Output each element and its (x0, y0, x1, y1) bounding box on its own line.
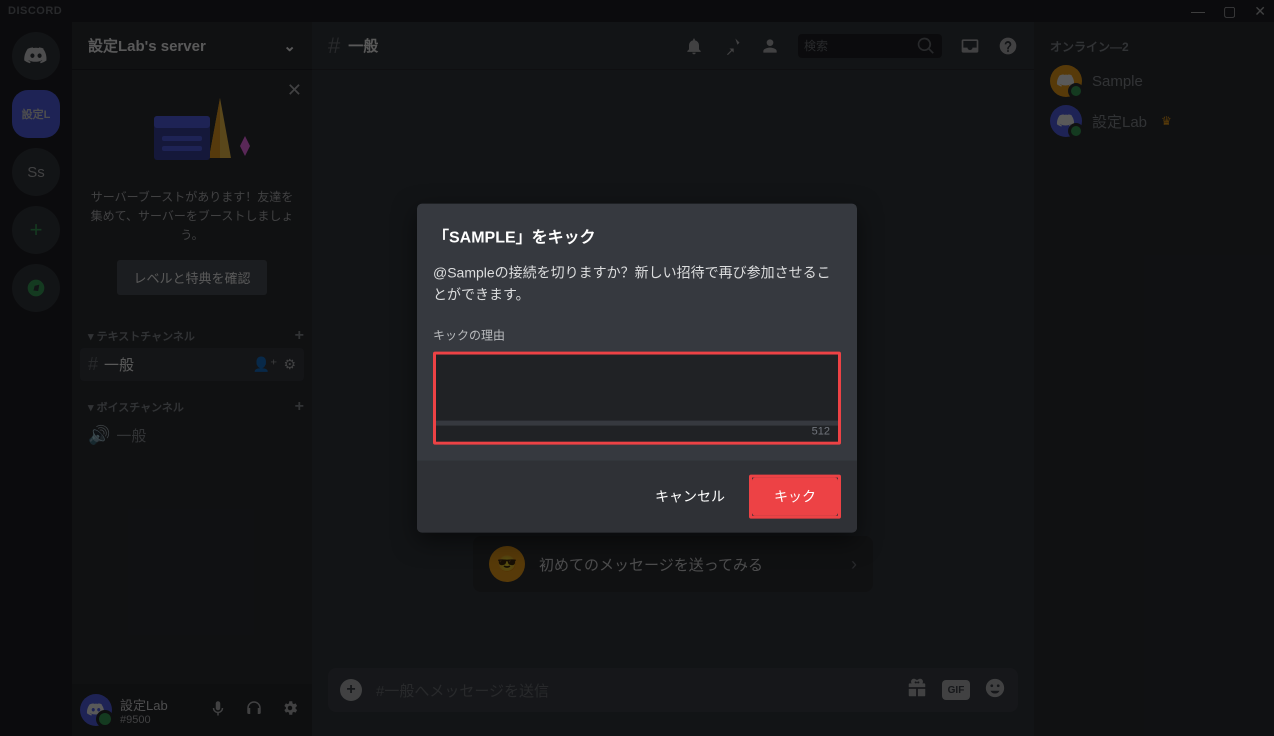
char-count: 512 (436, 425, 838, 441)
reason-highlight: 512 (433, 351, 841, 444)
cancel-button[interactable]: キャンセル (639, 476, 741, 516)
modal-title: 「SAMPLE」をキック (433, 224, 841, 248)
modal-description: @Sampleの接続を切りますか？新しい招待で再び参加させることができます。 (433, 262, 841, 307)
reason-label: キックの理由 (433, 326, 841, 343)
kick-modal: 「SAMPLE」をキック @Sampleの接続を切りますか？新しい招待で再び参加… (417, 204, 857, 533)
kick-highlight: キック (749, 474, 841, 518)
kick-reason-input[interactable] (436, 354, 838, 420)
kick-button[interactable]: キック (752, 477, 838, 515)
